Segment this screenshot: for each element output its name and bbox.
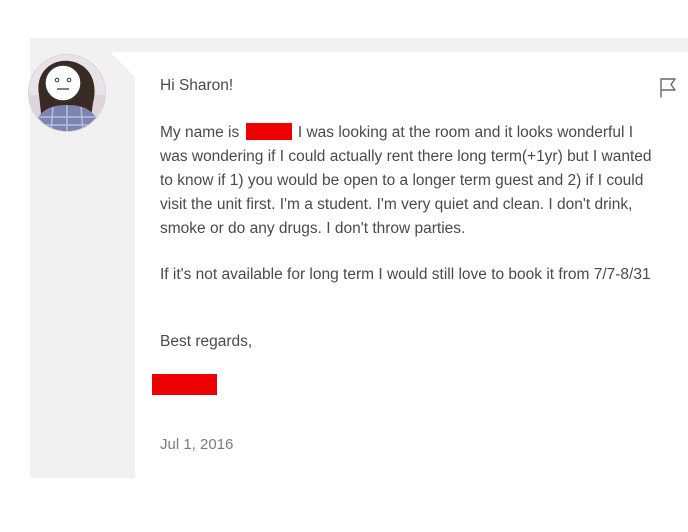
message-paragraph-2: If it's not available for long term I wo… bbox=[160, 266, 651, 283]
message-date: Jul 1, 2016 bbox=[160, 436, 234, 453]
message-thread-page: Hi Sharon! My name is I was looking at t… bbox=[0, 0, 688, 532]
message-signoff: Best regards, bbox=[160, 333, 253, 350]
redacted-name bbox=[245, 123, 292, 140]
redacted-signature bbox=[152, 374, 217, 395]
sender-avatar[interactable] bbox=[28, 54, 106, 132]
message-greeting: Hi Sharon! bbox=[160, 77, 234, 94]
message-paragraph: My name is I was looking at the room and… bbox=[160, 121, 660, 241]
intro-prefix: My name is bbox=[160, 124, 240, 141]
avatar-photo bbox=[29, 55, 105, 131]
bubble-tail bbox=[110, 52, 136, 78]
flag-icon[interactable] bbox=[657, 76, 679, 98]
